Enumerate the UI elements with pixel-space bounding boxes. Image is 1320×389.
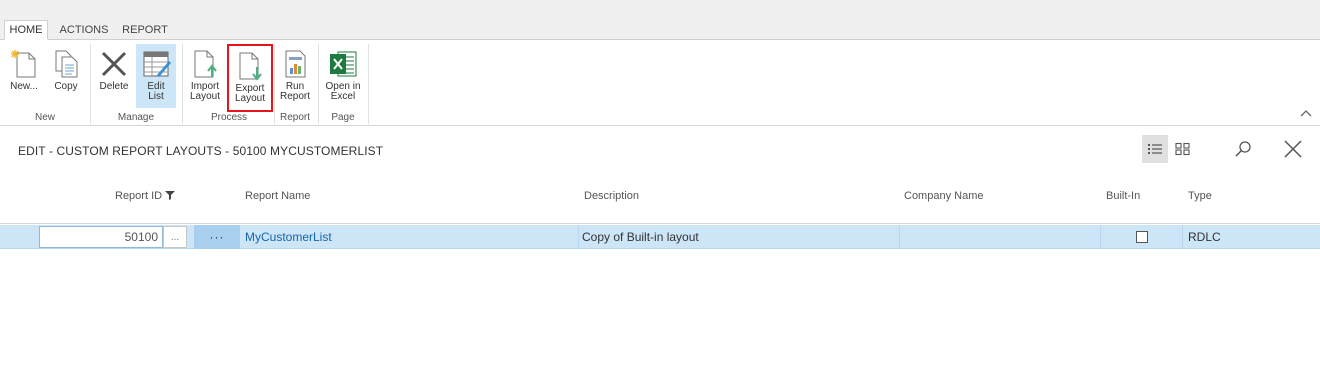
- group-label-process: Process: [210, 112, 248, 123]
- column-header-company-name[interactable]: Company Name: [904, 190, 983, 202]
- table-row[interactable]: 50100 ... ··· MyCustomerList Copy of Bui…: [0, 225, 1320, 249]
- group-divider: [274, 44, 275, 124]
- copy-icon: [50, 48, 82, 80]
- page-title: EDIT - CUSTOM REPORT LAYOUTS - 50100 MYC…: [18, 144, 384, 158]
- new-button[interactable]: New...: [6, 48, 42, 106]
- group-divider: [368, 44, 369, 124]
- search-icon[interactable]: [1230, 135, 1256, 163]
- export-layout-label-line2: Layout: [234, 93, 266, 104]
- tile-view-icon[interactable]: [1170, 135, 1196, 163]
- column-header-description[interactable]: Description: [584, 190, 639, 202]
- delete-x-icon: [98, 48, 130, 80]
- export-layout-icon: [234, 50, 266, 82]
- tab-home[interactable]: HOME: [4, 20, 48, 40]
- column-divider: [578, 225, 579, 249]
- built-in-checkbox[interactable]: [1136, 231, 1148, 243]
- run-report-button[interactable]: Run Report: [277, 48, 313, 106]
- column-divider: [1100, 225, 1101, 249]
- edit-list-button[interactable]: Edit List: [136, 44, 176, 108]
- report-id-field[interactable]: 50100: [39, 226, 163, 248]
- export-layout-button[interactable]: Export Layout: [227, 44, 273, 112]
- open-in-excel-label-line2: Excel: [330, 91, 356, 102]
- run-report-icon: [279, 48, 311, 80]
- delete-button[interactable]: Delete: [96, 48, 132, 106]
- group-divider: [318, 44, 319, 124]
- group-label-report: Report: [279, 112, 310, 123]
- ribbon: New... Copy New Delete Edit List Manage …: [0, 40, 1320, 126]
- group-label-page: Page: [331, 112, 355, 123]
- import-layout-icon: [189, 48, 221, 80]
- column-header-type[interactable]: Type: [1188, 190, 1212, 202]
- row-actions-button[interactable]: ···: [194, 225, 240, 249]
- description-cell[interactable]: Copy of Built-in layout: [582, 225, 699, 249]
- tab-actions[interactable]: ACTIONS: [56, 20, 112, 40]
- copy-button-label: Copy: [54, 81, 78, 92]
- import-layout-label-line2: Layout: [189, 91, 221, 102]
- excel-icon: [327, 48, 359, 80]
- new-button-label: New...: [10, 81, 38, 92]
- copy-button[interactable]: Copy: [48, 48, 84, 106]
- filter-icon: [165, 191, 176, 200]
- delete-button-label: Delete: [99, 81, 129, 92]
- collapse-ribbon-chevron-icon[interactable]: [1300, 108, 1312, 120]
- import-layout-button[interactable]: Import Layout: [186, 48, 224, 106]
- edit-list-icon: [140, 48, 172, 80]
- column-header-report-id-label: Report ID: [115, 190, 163, 202]
- group-label-new: New: [34, 112, 55, 123]
- new-document-icon: [8, 48, 40, 80]
- column-divider: [899, 225, 900, 249]
- run-report-label-line2: Report: [279, 91, 310, 102]
- page-header: EDIT - CUSTOM REPORT LAYOUTS - 50100 MYC…: [0, 126, 1320, 176]
- edit-list-label-line2: List: [148, 91, 164, 102]
- column-divider: [1182, 225, 1183, 249]
- report-name-link[interactable]: MyCustomerList: [245, 225, 332, 249]
- type-cell[interactable]: RDLC: [1188, 225, 1221, 249]
- group-divider: [182, 44, 183, 124]
- column-header-built-in[interactable]: Built-In: [1106, 190, 1140, 202]
- column-header-report-name[interactable]: Report Name: [245, 190, 310, 202]
- tab-report[interactable]: REPORT: [120, 20, 170, 40]
- column-header-report-id[interactable]: Report ID: [115, 190, 176, 202]
- group-label-manage: Manage: [117, 112, 155, 123]
- open-in-excel-button[interactable]: Open in Excel: [322, 48, 364, 106]
- report-id-lookup-button[interactable]: ...: [163, 226, 187, 248]
- list-view-icon[interactable]: [1142, 135, 1168, 163]
- grid-header: Report ID Report Name Description Compan…: [0, 176, 1320, 224]
- close-icon[interactable]: [1280, 135, 1306, 163]
- group-divider: [90, 44, 91, 124]
- ribbon-tab-strip: HOME ACTIONS REPORT: [0, 0, 1320, 40]
